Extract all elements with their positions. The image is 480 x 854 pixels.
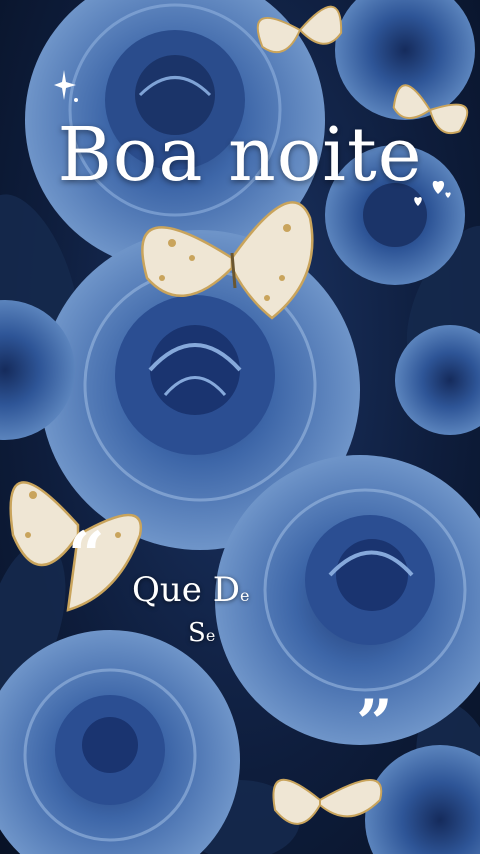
rose-lower-left (0, 630, 240, 854)
open-quote-mark: “ (68, 518, 105, 593)
quote-line-2-main: S (188, 618, 206, 648)
rose-bottom-right (365, 745, 480, 854)
quote-line-2-small: e (205, 626, 216, 645)
quote-line-2: Se (188, 618, 215, 648)
hearts-icon (414, 180, 451, 206)
sparkle-icon (54, 70, 78, 102)
wallpaper-canvas: Boa noite “ Que De Se ” (0, 0, 480, 854)
quote-line-1-small: e (239, 586, 250, 605)
quote-line-1: Que De (132, 570, 249, 610)
quote-line-1-main: Que D (132, 570, 240, 610)
close-quote-mark: ” (356, 686, 393, 761)
